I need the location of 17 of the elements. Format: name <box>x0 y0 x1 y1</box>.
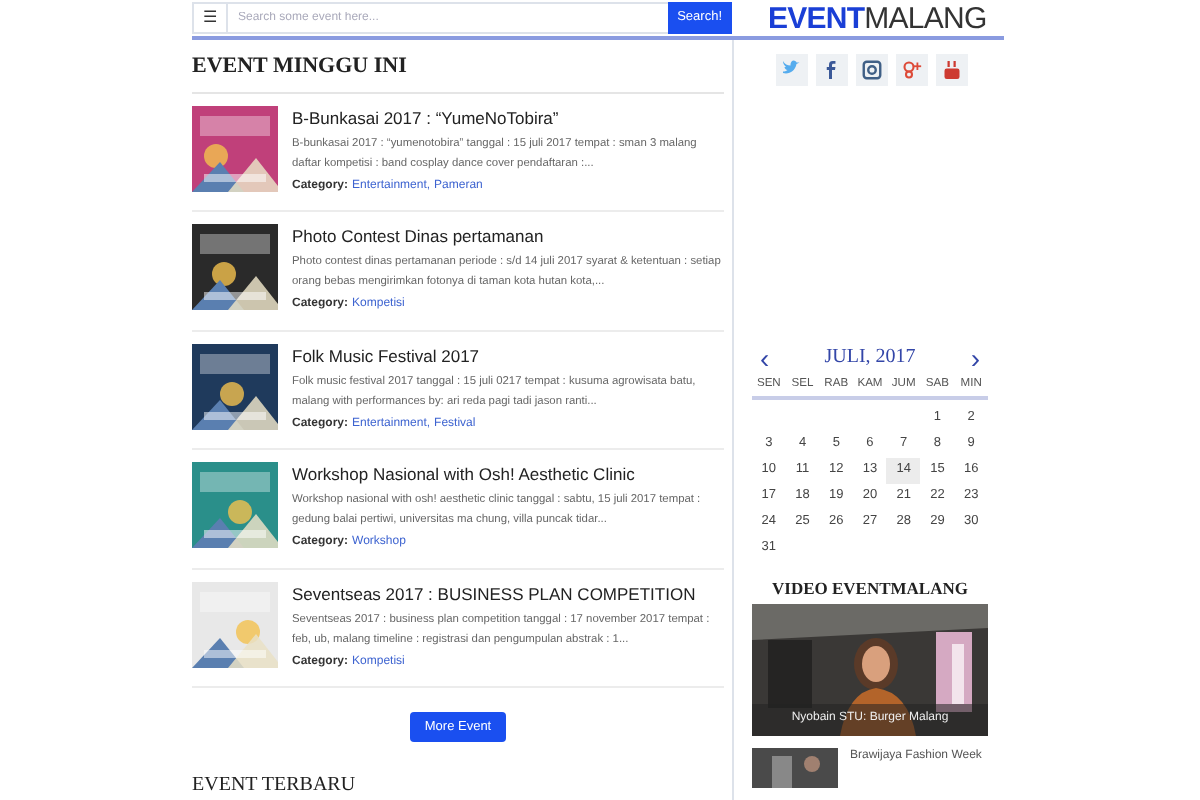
youtube-icon[interactable] <box>936 54 968 86</box>
google-plus-icon[interactable] <box>896 54 928 86</box>
event-title[interactable]: Photo Contest Dinas pertamanan <box>292 226 724 248</box>
event-title[interactable]: B-Bunkasai 2017 : “YumeNoTobira” <box>292 107 724 129</box>
event-title[interactable]: Workshop Nasional with Osh! Aesthetic Clinic <box>292 464 724 486</box>
site-logo[interactable]: EVENTMALANG <box>768 3 987 33</box>
next-month-button[interactable]: › <box>970 343 980 371</box>
previous-month-button[interactable]: ‹ <box>760 343 770 371</box>
camera-icon[interactable] <box>856 54 888 86</box>
facebook-icon[interactable] <box>816 54 848 86</box>
menu-button[interactable]: ☰ <box>192 2 228 34</box>
event-title[interactable]: Seventseas 2017 : BUSINESS PLAN COMPETITION <box>292 583 724 605</box>
section-title: EVENT TERBARU <box>192 772 358 800</box>
section-title: VIDEO EVENTMALANG <box>770 575 970 601</box>
calendar-month: JULI, 2017 <box>824 344 916 372</box>
section-title: EVENT MINGGU INI <box>192 50 724 93</box>
event-title[interactable]: Folk Music Festival 2017 <box>292 345 724 367</box>
